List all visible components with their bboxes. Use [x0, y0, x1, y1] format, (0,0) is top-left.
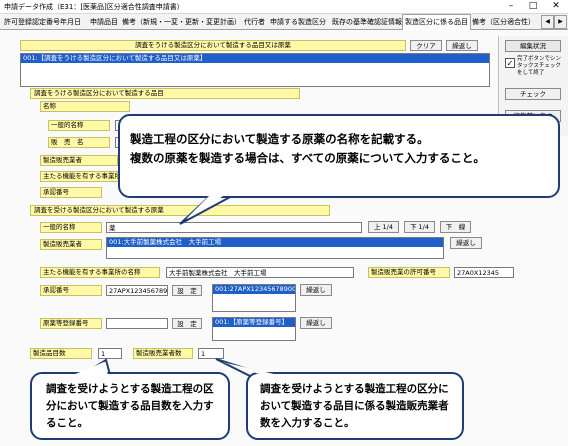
callout-joints — [73, 193, 278, 375]
